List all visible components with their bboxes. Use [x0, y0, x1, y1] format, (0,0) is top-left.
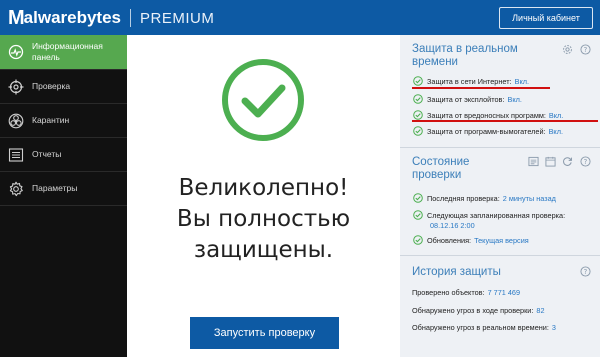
refresh-icon[interactable]	[562, 156, 573, 167]
status-line: Великолепно!	[178, 175, 349, 201]
sidebar-item-quarantine[interactable]: Карантин	[0, 104, 127, 137]
status-label: Защита от программ-вымогателей:	[427, 126, 546, 136]
gear-icon[interactable]	[562, 44, 573, 55]
history-value-link[interactable]: 82	[536, 306, 544, 315]
highlight-underline	[412, 120, 598, 122]
realtime-title: Защита в реальном времени	[412, 43, 518, 69]
history-label: Обнаружено угроз в ходе проверки:	[412, 305, 534, 315]
sidebar: Информационная панель Проверка Карантин …	[0, 35, 134, 357]
history-label: Проверено объектов:	[412, 287, 485, 297]
updates-row: Обновления: Текущая версия	[400, 234, 529, 246]
status-label: Защита от эксплойтов:	[427, 94, 505, 104]
svg-text:?: ?	[584, 46, 588, 54]
sidebar-item-scan[interactable]: Проверка	[0, 70, 127, 103]
realtime-exploit-protection: Защита от эксплойтов: Вкл.	[400, 93, 522, 105]
calendar-icon[interactable]	[545, 156, 556, 167]
history-scanned-objects: Проверено объектов: 7 771 469	[400, 286, 520, 298]
sidebar-item-label: Параметры	[32, 183, 78, 193]
realtime-web-protection: Защита в сети Интернет: Вкл.	[400, 75, 529, 87]
status-label: Обновления:	[427, 235, 472, 245]
status-value-link[interactable]: Вкл.	[549, 127, 563, 136]
history-scan-threats: Обнаружено угроз в ходе проверки: 82	[400, 304, 545, 316]
highlight-underline	[412, 87, 550, 89]
status-value-link[interactable]: Вкл.	[507, 95, 521, 104]
help-icon[interactable]: ?	[580, 44, 591, 55]
schedule-icon[interactable]	[528, 156, 539, 167]
history-value-link[interactable]: 3	[552, 323, 556, 332]
edition-label: PREMIUM	[140, 9, 215, 27]
status-line: Вы полностью	[176, 206, 351, 232]
malwarebytes-logo: Malwarebytes PREMIUM	[8, 7, 214, 29]
gear-icon	[9, 181, 23, 197]
sidebar-item-reports[interactable]: Отчеты	[0, 138, 127, 171]
quarantine-biohazard-icon	[8, 113, 24, 129]
status-value-link[interactable]: 08.12.16 2:00	[430, 221, 475, 230]
svg-text:?: ?	[584, 268, 588, 276]
check-circle-icon	[413, 110, 423, 120]
history-value-link[interactable]: 7 771 469	[488, 288, 520, 297]
scan-status-title: Состояние проверки	[412, 156, 469, 182]
scan-status-title-line: проверки	[412, 169, 462, 181]
svg-text:?: ?	[584, 158, 588, 166]
section-divider	[400, 255, 600, 256]
status-panel: Защита в реальном времени ? Защита в сет…	[400, 35, 600, 357]
logo-separator	[130, 9, 132, 27]
logo-wordmark: alwarebytes	[23, 8, 122, 27]
scan-target-icon	[8, 79, 24, 95]
check-circle-icon	[413, 126, 423, 136]
sidebar-item-label: Карантин	[32, 115, 70, 125]
check-circle-icon	[413, 76, 423, 86]
top-bar: Malwarebytes PREMIUM Личный кабинет	[0, 0, 600, 35]
scan-status-title-line: Состояние	[412, 156, 470, 168]
status-value-link[interactable]: Вкл.	[549, 111, 563, 120]
sidebar-item-label: Проверка	[32, 81, 71, 91]
realtime-title-line: времени	[412, 56, 458, 68]
history-title: История защиты	[412, 266, 501, 278]
help-icon[interactable]: ?	[580, 156, 591, 167]
status-label: Защита от вредоносных программ:	[427, 110, 546, 120]
account-button[interactable]: Личный кабинет	[499, 7, 593, 29]
sidebar-item-dashboard[interactable]: Информационная панель	[0, 35, 134, 69]
protection-status-message: Великолепно! Вы полностью защищены.	[127, 173, 400, 266]
realtime-ransomware-protection: Защита от программ-вымогателей: Вкл.	[400, 125, 563, 137]
status-line: защищены.	[193, 237, 334, 263]
sidebar-item-label: Информационная панель	[32, 41, 103, 62]
history-label: Обнаружено угроз в реальном времени:	[412, 322, 549, 332]
last-scan-row: Последняя проверка: 2 минуты назад	[400, 192, 556, 204]
divider	[0, 205, 127, 206]
section-divider	[400, 147, 600, 148]
check-circle-icon	[413, 235, 423, 245]
next-scan-value-row: 08.12.16 2:00	[400, 219, 475, 231]
history-realtime-threats: Обнаружено угроз в реальном времени: 3	[400, 321, 556, 333]
check-circle-icon	[413, 193, 423, 203]
sidebar-item-label: Отчеты	[32, 149, 62, 159]
sidebar-item-settings[interactable]: Параметры	[0, 172, 127, 205]
logo-m-mark: M	[8, 6, 25, 29]
status-value-link[interactable]: Текущая версия	[474, 236, 529, 245]
realtime-title-line: Защита в реальном	[412, 43, 518, 55]
status-label: Защита в сети Интернет:	[427, 76, 512, 86]
status-value-link[interactable]: 2 минуты назад	[503, 194, 556, 203]
dashboard-icon	[8, 44, 24, 60]
reports-list-icon	[8, 148, 24, 162]
dashboard-main: Великолепно! Вы полностью защищены. Запу…	[127, 35, 400, 357]
status-value-link[interactable]: Вкл.	[515, 77, 529, 86]
run-scan-button[interactable]: Запустить проверку	[190, 317, 339, 349]
help-icon[interactable]: ?	[580, 266, 591, 277]
check-circle-icon	[413, 94, 423, 104]
status-label: Последняя проверка:	[427, 193, 500, 203]
protected-checkmark-icon	[222, 59, 304, 141]
